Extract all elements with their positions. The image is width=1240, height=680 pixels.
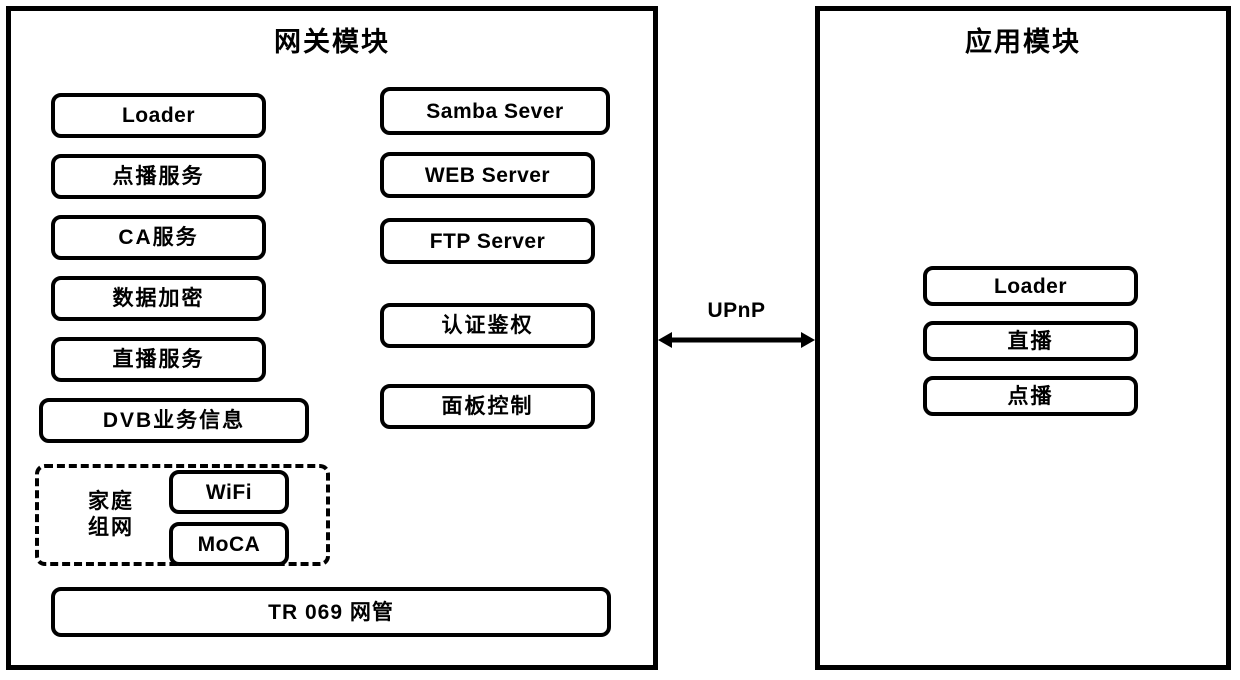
application-box-loader[interactable]: Loader	[923, 266, 1138, 306]
gateway-module-panel: 网关模块 Loader 点播服务 CA服务 数据加密 直播服务 DVB业务信息 …	[6, 6, 658, 670]
gateway-box-panel-control[interactable]: 面板控制	[380, 384, 595, 429]
gateway-box-ca-service[interactable]: CA服务	[51, 215, 266, 260]
home-network-group-label: 家庭 组网	[63, 475, 159, 555]
application-box-live[interactable]: 直播	[923, 321, 1138, 361]
application-module-panel: 应用模块 Loader 直播 点播	[815, 6, 1231, 670]
gateway-box-moca[interactable]: MoCA	[169, 522, 289, 566]
gateway-box-vod-service[interactable]: 点播服务	[51, 154, 266, 199]
gateway-box-data-encryption[interactable]: 数据加密	[51, 276, 266, 321]
upnp-label: UPnP	[707, 299, 766, 322]
gateway-box-ftp-server[interactable]: FTP Server	[380, 218, 595, 264]
double-arrow-icon	[658, 332, 815, 348]
gateway-box-tr069-management[interactable]: TR 069 网管	[51, 587, 611, 637]
gateway-box-live-service[interactable]: 直播服务	[51, 337, 266, 382]
gateway-box-wifi[interactable]: WiFi	[169, 470, 289, 514]
gateway-box-samba-server[interactable]: Samba Sever	[380, 87, 610, 135]
gateway-box-web-server[interactable]: WEB Server	[380, 152, 595, 198]
application-module-title: 应用模块	[965, 27, 1081, 57]
application-box-vod[interactable]: 点播	[923, 376, 1138, 416]
diagram-canvas: 网关模块 Loader 点播服务 CA服务 数据加密 直播服务 DVB业务信息 …	[0, 0, 1240, 680]
gateway-module-title: 网关模块	[274, 27, 390, 57]
home-network-label-line1: 家庭	[88, 489, 134, 513]
gateway-box-loader[interactable]: Loader	[51, 93, 266, 138]
gateway-box-auth-authorization[interactable]: 认证鉴权	[380, 303, 595, 348]
upnp-connector: UPnP	[658, 300, 815, 360]
gateway-box-dvb-service-info[interactable]: DVB业务信息	[39, 398, 309, 443]
home-network-label-line2: 组网	[88, 516, 134, 539]
